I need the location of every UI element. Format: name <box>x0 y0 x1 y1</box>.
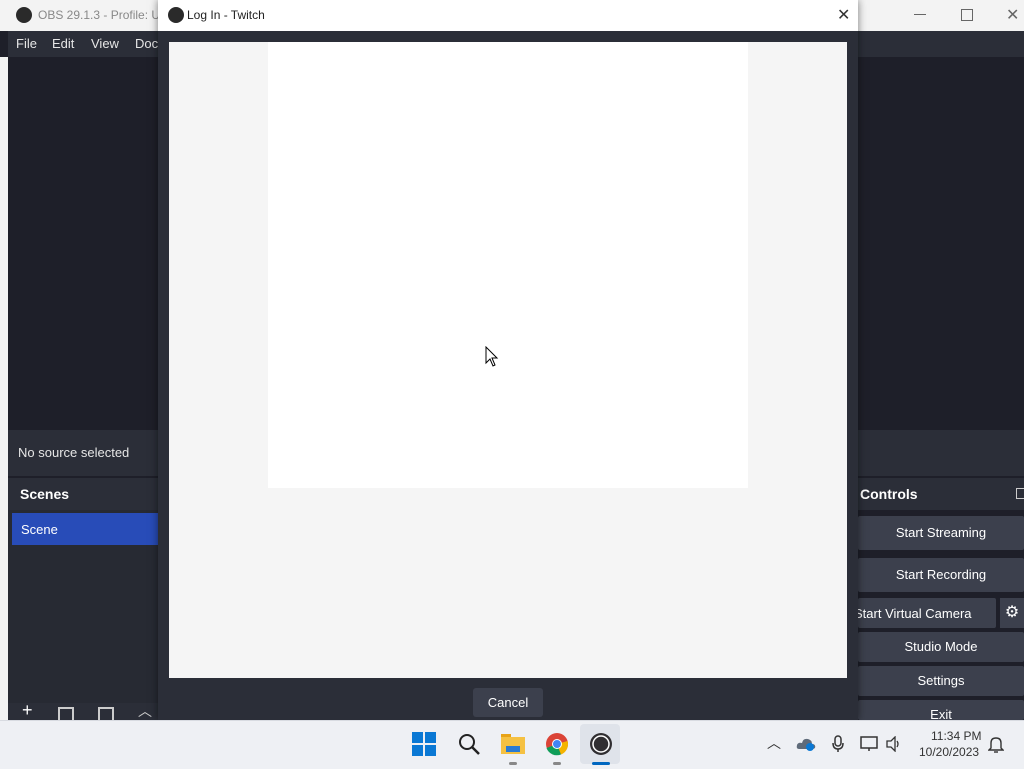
cancel-button[interactable]: Cancel <box>473 688 543 717</box>
start-virtual-camera-button[interactable]: Start Virtual Camera <box>858 598 996 628</box>
window-edge <box>0 57 8 720</box>
add-scene-icon[interactable]: + <box>22 700 33 721</box>
obs-icon <box>590 733 612 755</box>
network-icon[interactable] <box>860 736 878 752</box>
move-up-icon[interactable]: ︿ <box>138 701 152 721</box>
windows-start-icon[interactable] <box>412 732 436 756</box>
obs-logo-icon <box>168 7 184 23</box>
source-status: No source selected <box>18 445 130 460</box>
clock-date[interactable]: 10/20/2023 <box>919 745 979 759</box>
maximize-icon[interactable] <box>961 9 973 21</box>
file-explorer-icon[interactable] <box>500 732 526 756</box>
minimize-icon[interactable] <box>914 14 926 15</box>
login-page-panel[interactable] <box>268 42 748 488</box>
mouse-cursor-icon <box>485 346 499 367</box>
controls-title: Controls <box>860 486 918 502</box>
scene-toolbar: + ︿ <box>8 700 158 721</box>
obs-window-title: OBS 29.1.3 - Profile: Ur <box>38 8 165 22</box>
scene-list-item[interactable]: Scene <box>12 513 158 545</box>
explorer-running-indicator <box>509 762 517 765</box>
menu-view[interactable]: View <box>91 36 119 51</box>
start-recording-button[interactable]: Start Recording <box>858 558 1024 592</box>
close-icon[interactable]: ✕ <box>1006 5 1019 25</box>
dialog-title: Log In - Twitch <box>187 8 265 22</box>
dialog-close-icon[interactable]: ✕ <box>837 5 850 25</box>
source-toolbar-right <box>858 430 1024 476</box>
volume-icon[interactable] <box>885 736 903 752</box>
virtual-camera-settings-icon[interactable]: ⚙ <box>1000 598 1024 628</box>
start-streaming-button[interactable]: Start Streaming <box>858 516 1024 550</box>
clock-time[interactable]: 11:34 PM <box>931 729 981 743</box>
settings-button[interactable]: Settings <box>858 666 1024 696</box>
studio-mode-button[interactable]: Studio Mode <box>858 632 1024 662</box>
microphone-icon[interactable] <box>831 735 845 753</box>
menu-file[interactable]: File <box>16 36 37 51</box>
scene-item-label: Scene <box>21 522 58 537</box>
remove-scene-icon[interactable] <box>58 707 74 721</box>
chrome-running-indicator <box>553 762 561 765</box>
chrome-icon[interactable] <box>545 732 569 756</box>
show-hidden-icons-icon[interactable]: ︿ <box>767 733 781 753</box>
notification-bell-icon[interactable] <box>988 735 1004 753</box>
preview-area <box>8 57 158 430</box>
source-toolbar: No source selected <box>8 430 158 476</box>
controls-dock-header: Controls <box>858 478 1024 510</box>
virtual-camera-label: Start Virtual Camera <box>858 606 972 621</box>
scenes-dock-header: Scenes <box>8 478 158 510</box>
exit-button[interactable]: Exit <box>858 700 1024 720</box>
menu-docks[interactable]: Doc <box>135 36 158 51</box>
menu-edit[interactable]: Edit <box>52 36 74 51</box>
search-icon[interactable] <box>457 732 481 756</box>
scenes-title: Scenes <box>20 486 70 502</box>
onedrive-icon[interactable] <box>796 736 816 752</box>
obs-running-indicator <box>592 762 610 765</box>
undock-icon[interactable] <box>1016 488 1024 499</box>
scene-filters-icon[interactable] <box>98 707 114 721</box>
obs-logo-icon <box>16 7 32 23</box>
